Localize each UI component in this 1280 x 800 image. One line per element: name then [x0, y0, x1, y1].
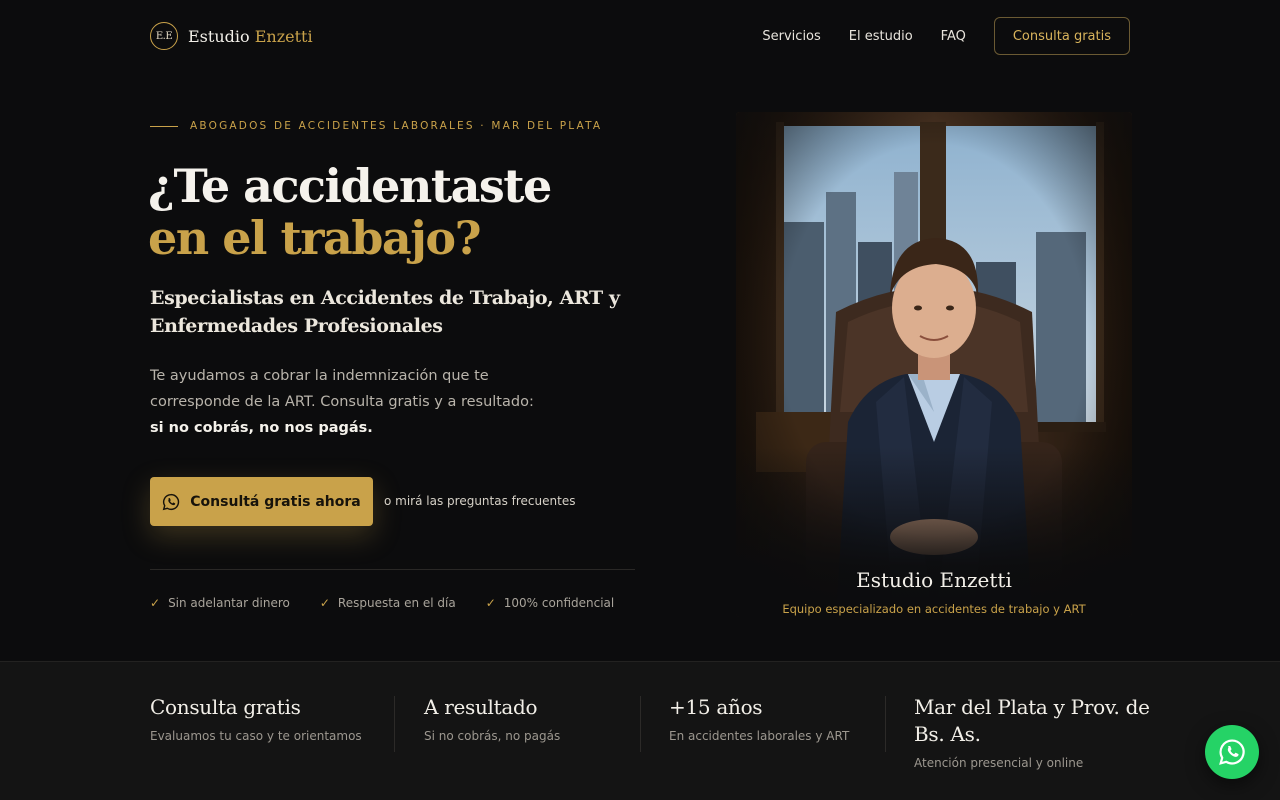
stat-divider: [885, 696, 886, 752]
top-navigation: E.E Estudio Enzetti Servicios El estudio…: [0, 0, 1280, 72]
stat-item: +15 años En accidentes laborales y ART: [669, 694, 869, 743]
hero-title-line2: en el trabajo?: [148, 211, 482, 265]
stat-divider: [640, 696, 641, 752]
stat-subtitle: Si no cobrás, no pagás: [424, 729, 561, 743]
photo-caption-title: Estudio Enzetti: [856, 568, 1012, 592]
benefit-list: ✓ Sin adelantar dinero ✓ Respuesta en el…: [150, 596, 614, 610]
eyebrow-line: [150, 125, 178, 127]
eyebrow-text: ABOGADOS DE ACCIDENTES LABORALES · MAR D…: [190, 120, 603, 132]
stat-subtitle: Atención presencial y online: [914, 756, 1084, 770]
check-icon: ✓: [319, 596, 330, 610]
brand-name-second: Enzetti: [254, 26, 313, 46]
hero-subtitle: Especialistas en Accidentes de Trabajo, …: [150, 287, 620, 337]
brand-name-first: Estudio: [188, 26, 250, 46]
logo-monogram: E.E: [150, 22, 178, 50]
whatsapp-cta-button[interactable]: Consultá gratis ahora: [150, 477, 373, 526]
hero-description-text: Te ayudamos a cobrar la indemnización qu…: [150, 368, 534, 410]
benefit-label: Respuesta en el día: [337, 596, 456, 610]
whatsapp-icon: [1219, 739, 1245, 765]
stat-item: Mar del Plata y Prov. de Bs. As. Atenció…: [914, 694, 1154, 770]
benefit-item: ✓ 100% confidencial: [486, 596, 615, 610]
check-icon: ✓: [150, 596, 161, 610]
nav-consulta-button[interactable]: Consulta gratis: [993, 17, 1130, 55]
benefit-item: ✓ Respuesta en el día: [320, 596, 456, 610]
hero-description-strong: si no cobrás, no nos pagás.: [150, 420, 373, 436]
main-menu: Servicios El estudio FAQ Consulta gratis: [762, 17, 1130, 55]
nav-link-servicios[interactable]: Servicios: [762, 29, 820, 44]
stat-item: A resultado Si no cobrás, no pagás: [424, 694, 624, 743]
benefit-label: 100% confidencial: [503, 596, 615, 610]
brand-name: Estudio Enzetti: [188, 27, 313, 46]
stat-divider: [394, 696, 395, 752]
whatsapp-float-button[interactable]: [1205, 725, 1259, 779]
stat-title: A resultado: [424, 695, 538, 719]
nav-link-el-estudio[interactable]: El estudio: [849, 29, 913, 44]
photo-caption-subtitle: Equipo especializado en accidentes de tr…: [782, 602, 1086, 616]
benefit-item: ✓ Sin adelantar dinero: [150, 596, 290, 610]
lawyer-photo: [736, 112, 1132, 617]
stat-title: +15 años: [669, 695, 763, 719]
stats-strip: Consulta gratis Evaluamos tu caso y te o…: [0, 661, 1280, 800]
hero-title-line1: ¿Te accidentaste: [148, 159, 552, 213]
hero-description: Te ayudamos a cobrar la indemnización qu…: [150, 363, 550, 441]
nav-link-faq[interactable]: FAQ: [941, 29, 966, 44]
brand[interactable]: E.E Estudio Enzetti: [150, 22, 313, 50]
benefit-label: Sin adelantar dinero: [168, 596, 290, 610]
stat-subtitle: Evaluamos tu caso y te orientamos: [150, 729, 362, 743]
stat-title: Consulta gratis: [150, 695, 301, 719]
check-icon: ✓: [485, 596, 496, 610]
whatsapp-icon: [162, 493, 180, 510]
whatsapp-cta-label: Consultá gratis ahora: [190, 493, 361, 510]
stat-subtitle: En accidentes laborales y ART: [669, 729, 850, 743]
faq-link[interactable]: o mirá las preguntas frecuentes: [384, 494, 575, 508]
hero-eyebrow: ABOGADOS DE ACCIDENTES LABORALES · MAR D…: [150, 120, 602, 132]
hero-divider: [150, 569, 635, 570]
stat-title: Mar del Plata y Prov. de Bs. As.: [914, 695, 1150, 746]
stat-item: Consulta gratis Evaluamos tu caso y te o…: [150, 694, 370, 743]
hero-title: ¿Te accidentaste en el trabajo?: [148, 160, 668, 264]
